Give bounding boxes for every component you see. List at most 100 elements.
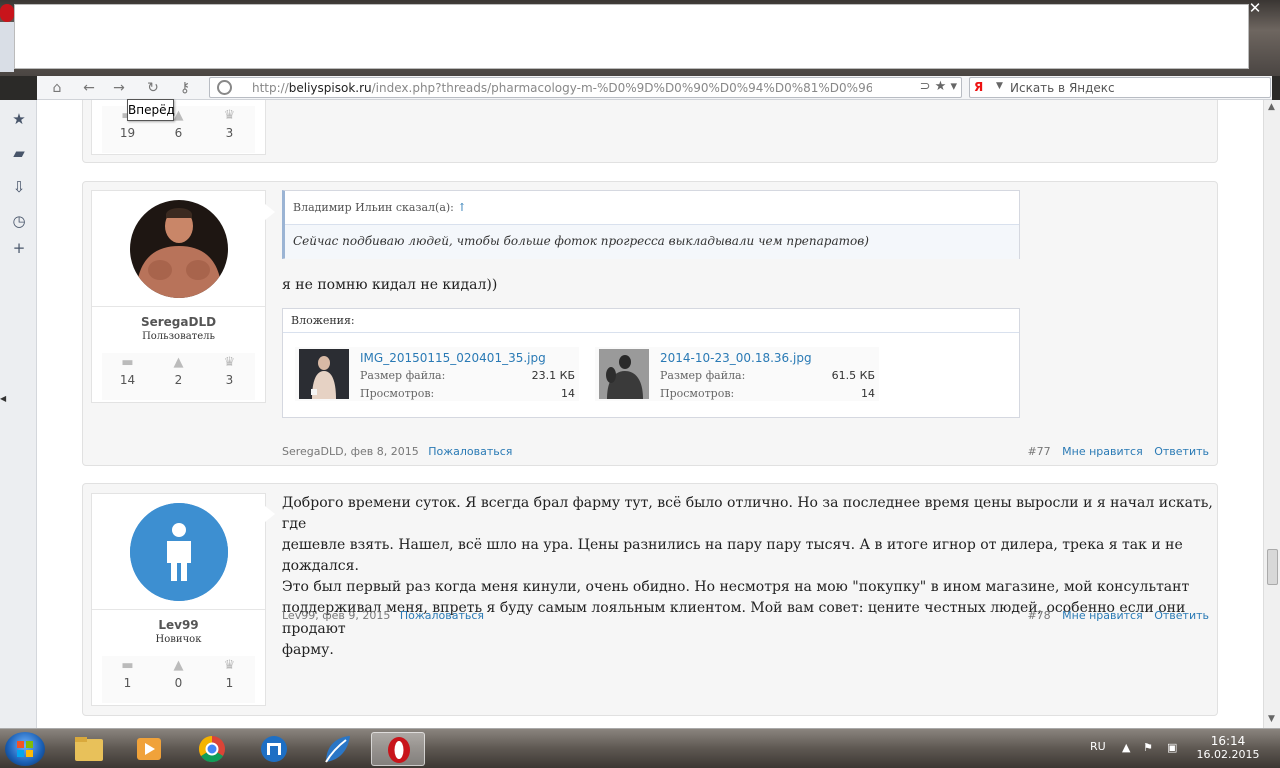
- attachment-thumbnail[interactable]: [299, 349, 349, 399]
- like-link[interactable]: Мне нравится: [1062, 445, 1143, 458]
- attachment-views: 14: [861, 387, 875, 400]
- messages-icon: ▬: [121, 355, 134, 370]
- quote-header: Владимир Ильин сказал(а): ↑: [285, 191, 1019, 225]
- attachment-size: 23.1 КБ: [531, 369, 575, 382]
- start-button[interactable]: [5, 732, 45, 766]
- downloads-icon[interactable]: ⇩: [10, 178, 28, 196]
- address-bar[interactable]: http://beliyspisok.ru/index.php?threads/…: [209, 77, 962, 98]
- post-actions: #77 Мне нравится Ответить: [1027, 445, 1209, 458]
- attachment-filename[interactable]: 2014-10-23_00.18.36.jpg: [660, 351, 812, 365]
- quote-block: Владимир Ильин сказал(а): ↑ Сейчас подби…: [282, 190, 1020, 259]
- messages-stat: ▬ 1: [102, 656, 153, 690]
- attachment-item: 2014-10-23_00.18.36.jpg Размер файла: 61…: [595, 347, 879, 401]
- previous-user-card: ▬ 19 ▲ 6 ♛ 3: [91, 100, 266, 155]
- post-author[interactable]: SeregaDLD: [282, 445, 344, 458]
- avatar[interactable]: [130, 200, 228, 298]
- thumbs-up-icon: ▲: [173, 658, 184, 673]
- site-info-icon[interactable]: [217, 80, 232, 95]
- previous-post: ▬ 19 ▲ 6 ♛ 3: [82, 100, 1218, 163]
- username[interactable]: SeregaDLD: [92, 315, 265, 329]
- address-bar-controls: ⊃ ★ ▾: [920, 79, 957, 94]
- windows-logo-icon: [17, 741, 33, 757]
- clock-time: 16:14: [1210, 734, 1246, 748]
- attachment-views: 14: [561, 387, 575, 400]
- reload-icon[interactable]: ↻: [142, 78, 164, 98]
- post-78: Lev99 Новичок ▬ 1 ▲ 0 ♛ 1 Доброго времен…: [82, 483, 1218, 716]
- trophies-stat: ♛ 3: [204, 353, 255, 387]
- bookmark-star-icon[interactable]: ★: [935, 79, 947, 94]
- tray-arrow-icon[interactable]: ▲: [1122, 741, 1130, 754]
- file-explorer-icon[interactable]: [62, 732, 116, 766]
- search-engine-dropdown-icon[interactable]: ▼: [996, 81, 1003, 91]
- search-box[interactable]: Я ▼ Искать в Яндекс: [969, 77, 1271, 98]
- username[interactable]: Lev99: [92, 618, 265, 632]
- user-card: Lev99 Новичок ▬ 1 ▲ 0 ♛ 1: [91, 493, 266, 706]
- like-link[interactable]: Мне нравится: [1062, 609, 1143, 622]
- collapse-sidebar-icon[interactable]: ◀: [0, 394, 6, 403]
- app-leaf-icon[interactable]: [310, 732, 364, 766]
- user-card: SeregaDLD Пользователь ▬ 14 ▲ 2 ♛ 3: [91, 190, 266, 403]
- address-url[interactable]: http://beliyspisok.ru/index.php?threads/…: [252, 81, 872, 95]
- page-content: ▬ 19 ▲ 6 ♛ 3: [37, 100, 1263, 728]
- attachments-block: Вложения: IMG_20150115_020401_35.jpg Раз…: [282, 308, 1020, 418]
- user-stats: ▬ 14 ▲ 2 ♛ 3: [102, 353, 255, 400]
- post-date[interactable]: фев 8, 2015: [351, 445, 419, 458]
- post-77: SeregaDLD Пользователь ▬ 14 ▲ 2 ♛ 3 Влад…: [82, 181, 1218, 466]
- messages-icon: ▬: [121, 658, 134, 673]
- chrome-icon[interactable]: [185, 732, 239, 766]
- tab-strip-edge: [0, 22, 14, 72]
- scroll-up-icon[interactable]: ▲: [1268, 102, 1275, 112]
- user-stats: ▬ 19 ▲ 6 ♛ 3: [102, 106, 255, 153]
- add-panel-icon[interactable]: +: [10, 239, 28, 257]
- card-pointer: [265, 506, 275, 522]
- attachment-item: IMG_20150115_020401_35.jpg Размер файла:…: [295, 347, 579, 401]
- language-indicator[interactable]: RU: [1090, 740, 1106, 753]
- thumbs-up-icon: ▲: [173, 355, 184, 370]
- likes-stat: ▲ 0: [153, 656, 204, 690]
- quote-jump-icon[interactable]: ↑: [457, 201, 466, 214]
- notes-icon[interactable]: ▰: [10, 144, 28, 162]
- post-meta: SeregaDLD, фев 8, 2015 Пожаловаться: [282, 445, 513, 458]
- reply-link[interactable]: Ответить: [1154, 609, 1209, 622]
- attachment-thumbnail[interactable]: [599, 349, 649, 399]
- address-dropdown-icon[interactable]: ▾: [950, 79, 957, 94]
- post-date[interactable]: фев 9, 2015: [322, 609, 390, 622]
- attachment-filename[interactable]: IMG_20150115_020401_35.jpg: [360, 351, 546, 365]
- trophy-icon: ♛: [223, 355, 236, 370]
- vertical-scrollbar[interactable]: ▲ ▼: [1263, 100, 1280, 728]
- star-icon[interactable]: ★: [10, 110, 28, 128]
- post-meta: Lev99, фев 9, 2015 Пожаловаться: [282, 609, 485, 622]
- maxthon-icon[interactable]: [247, 732, 301, 766]
- key-icon[interactable]: ⚷: [174, 78, 196, 98]
- home-icon[interactable]: ⌂: [46, 78, 68, 98]
- trophy-icon: ♛: [223, 658, 236, 673]
- post-message: я не помню кидал не кидал)): [282, 277, 498, 293]
- default-avatar-icon[interactable]: [130, 503, 228, 601]
- report-link[interactable]: Пожаловаться: [400, 609, 484, 622]
- system-clock[interactable]: 16:14 16.02.2015: [1196, 734, 1260, 761]
- rss-icon[interactable]: ⊃: [920, 79, 931, 94]
- back-icon[interactable]: ←: [78, 78, 100, 98]
- post-number[interactable]: #77: [1027, 445, 1050, 458]
- post-number[interactable]: #78: [1027, 609, 1050, 622]
- clock-date: 16.02.2015: [1196, 748, 1260, 761]
- post-author[interactable]: Lev99: [282, 609, 315, 622]
- history-clock-icon[interactable]: ◷: [10, 212, 28, 230]
- attachments-header: Вложения:: [283, 309, 1019, 333]
- post-message: Доброго времени суток. Я всегда брал фар…: [282, 495, 1213, 658]
- attachment-size: 61.5 КБ: [831, 369, 875, 382]
- forward-icon[interactable]: →: [108, 78, 130, 98]
- report-link[interactable]: Пожаловаться: [428, 445, 512, 458]
- scroll-down-icon[interactable]: ▼: [1268, 714, 1275, 724]
- action-center-flag-icon[interactable]: ⚑: [1143, 741, 1153, 754]
- close-window-icon[interactable]: ✕: [1246, 0, 1264, 16]
- yandex-icon: Я: [974, 80, 984, 94]
- opera-taskbar-icon[interactable]: [371, 732, 425, 766]
- network-icon[interactable]: ▣: [1167, 741, 1177, 754]
- scroll-thumb[interactable]: [1267, 549, 1278, 585]
- opera-logo-icon: [0, 4, 14, 22]
- reply-link[interactable]: Ответить: [1154, 445, 1209, 458]
- media-player-icon[interactable]: [122, 732, 176, 766]
- forward-tooltip: Вперёд: [127, 99, 175, 121]
- blank-overlay-panel: [14, 4, 1249, 69]
